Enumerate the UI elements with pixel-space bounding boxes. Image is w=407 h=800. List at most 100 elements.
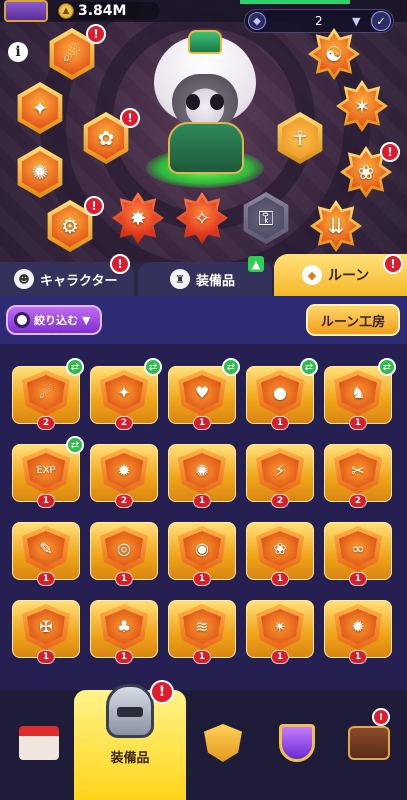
rune-set-toggle-icon[interactable]: ✓ xyxy=(371,11,391,31)
rune-level-badge: 1 xyxy=(37,650,55,664)
rune-card[interactable]: ✎ 1 xyxy=(12,514,80,586)
swap-arrows-icon: ⇄ xyxy=(66,436,84,454)
player-avatar[interactable] xyxy=(4,0,48,22)
rune-workshop-button[interactable]: ルーン工房 xyxy=(306,304,400,336)
rune-slot-alert-badge: ! xyxy=(120,108,140,128)
rune-level-badge: 1 xyxy=(271,416,289,430)
rune-glyph-icon: ≋ xyxy=(195,616,209,636)
rune-card[interactable]: ✹ 1 xyxy=(324,592,392,664)
rune-glyph-icon: ❀ xyxy=(273,538,287,558)
treasure-chest-icon xyxy=(348,726,390,760)
rune-glyph-icon: ⚡ xyxy=(274,460,286,480)
rune-glyph-icon: ◎ xyxy=(117,538,131,558)
rune-card[interactable]: ◎ 1 xyxy=(90,514,158,586)
helmet-icon xyxy=(106,684,154,738)
rune-card[interactable]: ✺ 1 xyxy=(168,436,236,508)
rune-glyph-icon: ☄ xyxy=(38,382,54,402)
rune-slot-alert-badge: ! xyxy=(84,196,104,216)
rune-slot[interactable]: ✸ xyxy=(112,192,164,244)
rune-card[interactable]: ❀ 1 xyxy=(246,514,314,586)
rune-slot[interactable]: ✧ xyxy=(176,192,228,244)
crossed-swords-shield-icon xyxy=(204,724,242,762)
tab-character-alert-badge: ! xyxy=(110,254,130,274)
nav-trophy[interactable] xyxy=(262,708,332,778)
tab-rune-label: ルーン xyxy=(328,268,370,284)
cat-eye-left xyxy=(186,94,200,110)
rune-set-value: 2 xyxy=(315,14,323,28)
rune-slot-alert-badge: ! xyxy=(86,24,106,44)
rune-level-badge: 1 xyxy=(349,650,367,664)
rune-glyph-icon: ✺ xyxy=(195,460,209,480)
rune-glyph-icon: ☥ xyxy=(292,126,308,150)
rune-glyph-icon: ✧ xyxy=(193,206,211,230)
rune-level-badge: 1 xyxy=(193,494,211,508)
rune-card[interactable]: ♞ 1 ⇄ xyxy=(324,358,396,430)
character-head-icon: ☻ xyxy=(14,269,34,289)
rune-card[interactable]: ♥ 1 ⇄ xyxy=(168,358,240,430)
rune-card[interactable]: ☄ 2 ⇄ xyxy=(12,358,84,430)
swap-arrows-icon: ⇄ xyxy=(222,358,240,376)
rune-glyph-icon: ♞ xyxy=(350,382,366,402)
nav-chest[interactable] xyxy=(334,708,404,778)
rune-slot[interactable]: ✶ xyxy=(336,80,388,132)
rune-slot-alert-badge: ! xyxy=(380,142,400,162)
rune-icon: ◆ xyxy=(302,265,322,285)
rune-glyph-icon: ✴ xyxy=(273,616,287,636)
character-cat xyxy=(146,30,264,190)
rune-card[interactable]: ● 1 ⇄ xyxy=(246,358,318,430)
rune-slot[interactable]: ☯ xyxy=(308,28,360,80)
gold-amount: 3.84M xyxy=(78,3,127,19)
rune-level-badge: 1 xyxy=(193,416,211,430)
rune-card[interactable]: ⚡ 2 xyxy=(246,436,314,508)
nav-guild[interactable] xyxy=(188,708,258,778)
nav-shop[interactable] xyxy=(4,708,74,778)
rune-glyph-icon: ✦ xyxy=(117,382,131,402)
rune-level-badge: 1 xyxy=(37,572,55,586)
rune-glyph-icon: ✸ xyxy=(129,206,147,230)
shop-icon xyxy=(19,726,59,760)
rune-level-badge: 2 xyxy=(37,416,55,430)
filter-label: 絞り込む xyxy=(34,314,78,327)
rune-level-badge: 2 xyxy=(349,494,367,508)
rune-slot[interactable]: ⇊ xyxy=(310,200,362,252)
chevron-down-icon[interactable]: ▼ xyxy=(352,15,360,28)
rune-card[interactable]: ✠ 1 xyxy=(12,592,80,664)
filter-button[interactable]: 絞り込む ▼ xyxy=(6,305,102,335)
rune-card[interactable]: EXP 1 ⇄ xyxy=(12,436,84,508)
rune-glyph-icon: ✎ xyxy=(39,538,53,558)
rune-card[interactable]: ◉ 1 xyxy=(168,514,236,586)
rune-glyph-icon: ⇊ xyxy=(327,214,345,238)
rune-glyph-icon: ✺ xyxy=(31,160,49,184)
nav-equipment-alert-badge: ! xyxy=(150,680,174,704)
nav-equipment-label: 装備品 xyxy=(110,751,150,766)
rune-slot[interactable]: ✺ xyxy=(14,146,66,198)
rune-glyph-icon: ✶ xyxy=(353,94,371,118)
rune-slot[interactable]: ☥ xyxy=(274,112,326,164)
rune-slot[interactable]: ✦ xyxy=(14,82,66,134)
info-button[interactable]: i xyxy=(8,42,28,62)
rune-inventory-grid: ☄ 2 ⇄ ✦ 2 ⇄ ♥ 1 ⇄ ● 1 ⇄ ♞ 1 ⇄ EXP 1 ⇄ ✹ 2 ✺ 1 ⚡ 2 ✂ 2 ✎ 1 ◎ 1 ◉ 1 ❀ 1 ∞ 1 ✠ 1… xyxy=(0,344,407,694)
lock-icon: ⚿ xyxy=(258,206,274,230)
rune-glyph-icon: ✦ xyxy=(31,96,49,120)
rune-glyph-icon: ✂ xyxy=(351,460,365,480)
tab-bar: ☻ キャラクター ♜ 装備品 ◆ ルーン xyxy=(0,254,407,296)
rune-card[interactable]: ∞ 1 xyxy=(324,514,392,586)
tab-rune-alert-badge: ! xyxy=(383,254,403,274)
rune-level-badge: 1 xyxy=(115,650,133,664)
rune-level-badge: 1 xyxy=(37,494,55,508)
rune-glyph-icon: ☯ xyxy=(325,42,343,66)
rune-card[interactable]: ✹ 2 xyxy=(90,436,158,508)
filter-icon xyxy=(14,312,30,328)
rune-level-badge: 1 xyxy=(349,572,367,586)
rune-glyph-icon: ✠ xyxy=(39,616,53,636)
cat-robe xyxy=(168,122,244,174)
rune-card[interactable]: ✴ 1 xyxy=(246,592,314,664)
rune-card[interactable]: ♣ 1 xyxy=(90,592,158,664)
rune-glyph-icon: EXP xyxy=(36,464,56,476)
rune-card[interactable]: ≋ 1 xyxy=(168,592,236,664)
rune-set-icon: ◆ xyxy=(248,12,266,30)
rune-card[interactable]: ✦ 2 ⇄ xyxy=(90,358,162,430)
rune-slot-locked[interactable]: ⚿ xyxy=(240,192,292,244)
tab-character-label: キャラクター xyxy=(40,273,118,289)
rune-card[interactable]: ✂ 2 xyxy=(324,436,392,508)
